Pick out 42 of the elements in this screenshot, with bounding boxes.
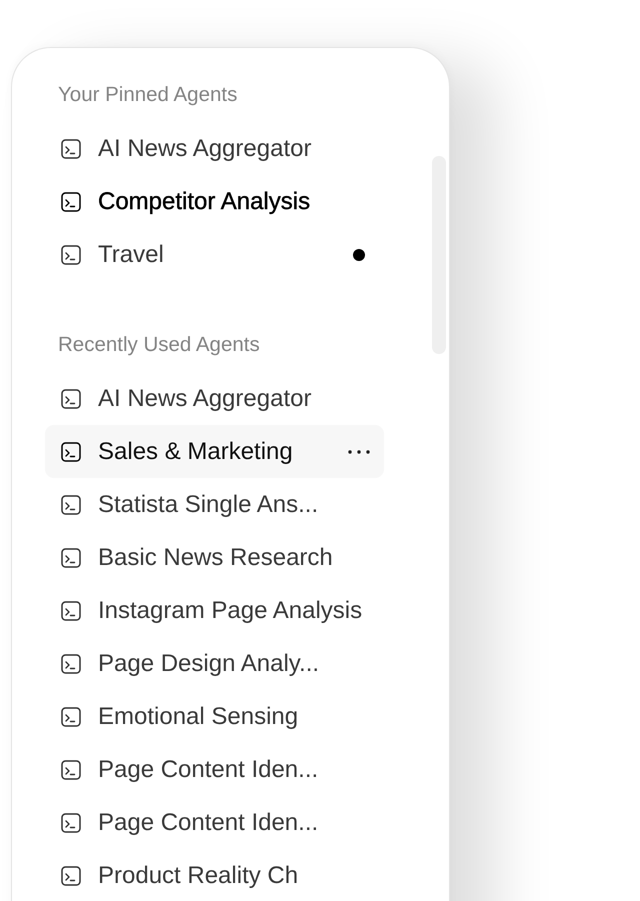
- agent-list-item[interactable]: Emotional Sensing: [45, 690, 384, 743]
- terminal-icon: [61, 812, 81, 832]
- terminal-icon: [61, 548, 81, 568]
- more-options-icon[interactable]: [348, 450, 370, 454]
- terminal-icon: [61, 866, 81, 886]
- agent-list-item[interactable]: AI News Aggregator: [45, 372, 384, 425]
- agent-list-item[interactable]: Travel: [45, 228, 384, 281]
- agent-list-item[interactable]: Instagram Page Analysis: [45, 584, 384, 637]
- terminal-icon: [61, 138, 81, 158]
- terminal-icon: [61, 442, 81, 462]
- agent-name: Page Content Iden...: [98, 756, 320, 784]
- agent-name: AI News Aggregator: [98, 384, 312, 412]
- agent-name: Competitor Analysis: [98, 188, 312, 216]
- agent-list-item[interactable]: Competitor Analysis: [45, 175, 384, 228]
- agent-name: Page Design Analy...: [98, 650, 320, 678]
- agent-name: Sales & Marketing: [98, 438, 294, 466]
- agent-name: Instagram Page Analysis: [98, 596, 362, 624]
- agent-list-item[interactable]: Page Design Analy...: [45, 637, 384, 690]
- agent-name: Product Reality Ch: [98, 862, 300, 890]
- agent-name: Page Content Iden...: [98, 808, 320, 836]
- terminal-icon: [61, 760, 81, 780]
- agent-list-item[interactable]: Page Content Iden...: [45, 743, 384, 796]
- agent-list-item[interactable]: Product Reality Ch: [45, 849, 384, 901]
- agent-list-item[interactable]: Sales & Marketing: [45, 425, 384, 478]
- agent-name: Travel: [98, 240, 165, 268]
- agent-list-item[interactable]: Statista Single Ans...: [45, 478, 384, 531]
- agent-list-item[interactable]: Basic News Research: [45, 531, 384, 584]
- terminal-icon: [61, 494, 81, 514]
- agent-list-item[interactable]: AI News Aggregator: [45, 122, 384, 175]
- terminal-icon: [61, 388, 81, 408]
- section-heading: Your Pinned Agents: [57, 83, 238, 107]
- agent-name: Basic News Research: [98, 544, 334, 572]
- terminal-icon: [61, 244, 81, 264]
- terminal-icon: [61, 706, 81, 726]
- agent-name: AI News Aggregator: [98, 134, 312, 162]
- agent-name: Statista Single Ans...: [98, 490, 320, 518]
- terminal-icon: [61, 600, 81, 620]
- terminal-icon: [61, 654, 81, 674]
- section-heading: Recently Used Agents: [57, 333, 261, 357]
- agent-list-item[interactable]: Page Content Iden...: [45, 796, 384, 849]
- agent-name: Emotional Sensing: [98, 702, 300, 730]
- terminal-icon: [61, 192, 81, 212]
